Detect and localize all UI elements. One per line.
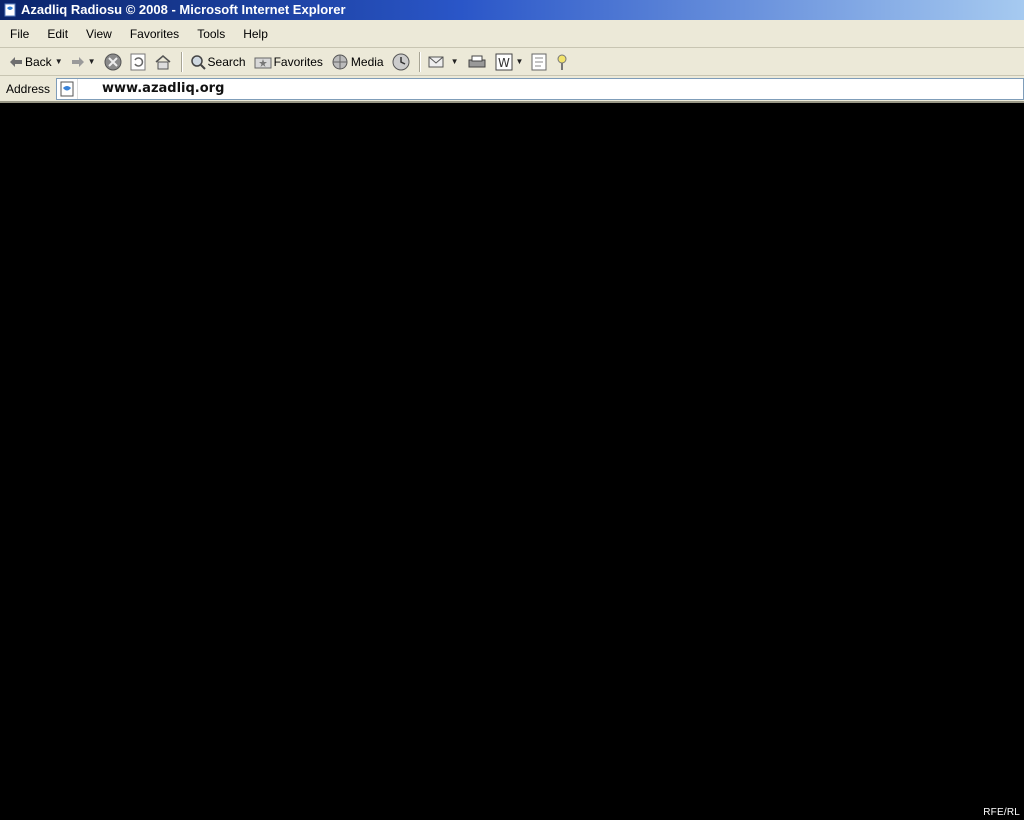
- menu-tools[interactable]: Tools: [191, 27, 231, 41]
- messenger-icon: [555, 53, 571, 71]
- mail-icon: [428, 54, 448, 70]
- address-url[interactable]: www.azadliq.org: [102, 81, 224, 96]
- window-title: Azadliq Radiosu © 2008 - Microsoft Inter…: [21, 2, 346, 17]
- menu-file[interactable]: File: [4, 27, 35, 41]
- photo-credit: RFE/RL: [983, 807, 1020, 818]
- standard-toolbar: Back ▼ ▼ Search Favorites Media ▼ W ▼: [0, 48, 1024, 76]
- menu-favorites[interactable]: Favorites: [124, 27, 185, 41]
- title-bar[interactable]: Azadliq Radiosu © 2008 - Microsoft Inter…: [0, 0, 1024, 20]
- discuss-icon: [531, 53, 547, 71]
- history-button[interactable]: [389, 51, 413, 73]
- discuss-button[interactable]: [528, 51, 550, 73]
- print-button[interactable]: [464, 51, 490, 73]
- messenger-button[interactable]: [552, 51, 574, 73]
- media-icon: [331, 54, 349, 70]
- svg-text:W: W: [498, 56, 510, 70]
- menu-view[interactable]: View: [80, 27, 118, 41]
- print-icon: [467, 54, 487, 70]
- toolbar-separator: [418, 51, 421, 72]
- favorites-icon: [254, 55, 272, 69]
- address-label: Address: [6, 81, 51, 96]
- toolbar-separator: [180, 51, 183, 72]
- forward-button[interactable]: ▼: [68, 51, 99, 73]
- back-label: Back: [25, 54, 52, 69]
- word-icon: W: [495, 53, 513, 71]
- ie-page-icon: [3, 2, 17, 18]
- stop-button[interactable]: [101, 51, 125, 73]
- search-icon: [190, 54, 206, 70]
- refresh-button[interactable]: [127, 51, 149, 73]
- back-arrow-icon: [9, 56, 23, 68]
- address-bar: Address www.azadliq.org: [0, 76, 1024, 103]
- mail-button[interactable]: ▼: [425, 51, 462, 73]
- back-dropdown-icon[interactable]: ▼: [55, 57, 63, 66]
- mail-dropdown-icon[interactable]: ▼: [451, 57, 459, 66]
- favorites-button[interactable]: Favorites: [251, 51, 326, 73]
- home-icon: [154, 54, 172, 70]
- media-button[interactable]: Media: [328, 51, 387, 73]
- home-button[interactable]: [151, 51, 175, 73]
- refresh-icon: [130, 53, 146, 71]
- forward-dropdown-icon[interactable]: ▼: [88, 57, 96, 66]
- edit-word-button[interactable]: W ▼: [492, 51, 527, 73]
- edit-dropdown-icon[interactable]: ▼: [516, 57, 524, 66]
- search-label: Search: [207, 54, 246, 69]
- forward-arrow-icon: [71, 56, 85, 68]
- favorites-label: Favorites: [273, 54, 323, 69]
- menu-help[interactable]: Help: [237, 27, 274, 41]
- stop-icon: [104, 53, 122, 71]
- back-button[interactable]: Back ▼: [6, 51, 66, 73]
- search-button[interactable]: Search: [187, 51, 249, 73]
- menu-edit[interactable]: Edit: [41, 27, 74, 41]
- address-input[interactable]: www.azadliq.org: [56, 77, 1024, 100]
- page-content: RFE/RL: [0, 103, 1024, 820]
- page-icon: [57, 78, 79, 99]
- media-label: Media: [350, 54, 384, 69]
- history-icon: [392, 53, 410, 71]
- menu-bar: File Edit View Favorites Tools Help: [0, 20, 1024, 48]
